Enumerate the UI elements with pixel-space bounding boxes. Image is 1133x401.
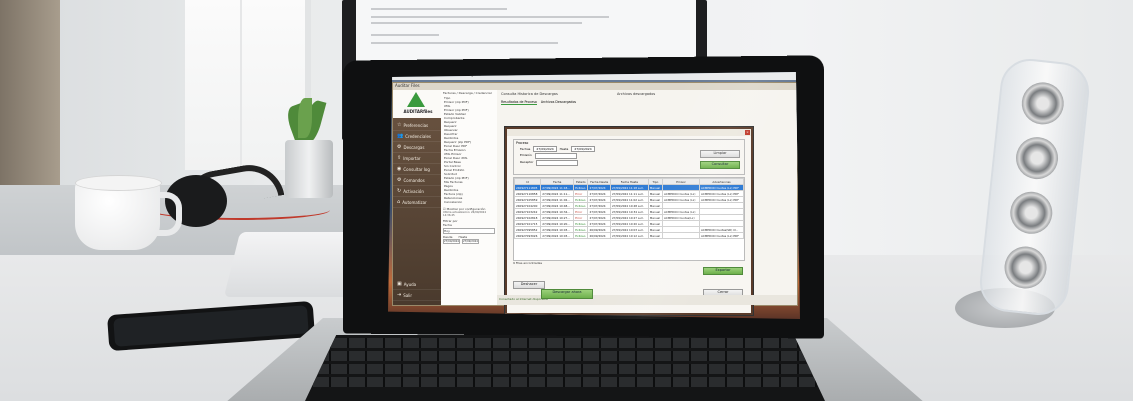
sidebar-item-6[interactable]: ⚙ Comandos bbox=[393, 175, 441, 186]
table-cell-id: 240927093026 bbox=[514, 232, 542, 239]
filter-group: Proceso Fechas 27/09/2024 Hasta 27/09/20… bbox=[513, 139, 745, 175]
to-date-input[interactable]: 27/09/2024 bbox=[461, 239, 479, 244]
check-icon: ◉ bbox=[397, 166, 402, 172]
sidebar-item-7[interactable]: ↻ Activación bbox=[393, 186, 441, 197]
sidebar-item-2[interactable]: 👥 Credenciales bbox=[393, 131, 441, 142]
receptor-input[interactable] bbox=[536, 160, 579, 166]
results-grid: Id Fecha Estado Fecha Desde Fecha Hasta Tipo E… bbox=[513, 177, 745, 261]
laptop-keyboard bbox=[305, 335, 825, 401]
tab-2[interactable]: Archivos Descargados bbox=[541, 100, 576, 105]
sidebar-item-label: Credenciales bbox=[405, 133, 431, 139]
fecha-to-input[interactable]: 27/09/2024 bbox=[571, 146, 595, 152]
download-now-button[interactable]: Descargar ahora bbox=[541, 289, 593, 299]
mug-rim bbox=[75, 175, 162, 191]
undo-button[interactable]: Deshacer bbox=[513, 281, 545, 289]
window-titlebar: Auditar Files bbox=[393, 83, 799, 90]
records-count: 9 Filas encontradas bbox=[513, 261, 543, 265]
filter-select[interactable]: Hoy bbox=[443, 228, 495, 234]
close-icon[interactable]: × bbox=[745, 130, 750, 135]
table-cell-emisor bbox=[661, 232, 701, 239]
tree-list[interactable]: Tipo Emisor (zip PDF) XML Emisor (zip PDF) E… bbox=[441, 96, 497, 204]
fecha-to-label: Hasta bbox=[559, 147, 569, 151]
sidebar-item-label: Automatizar bbox=[402, 199, 427, 205]
consult-button[interactable]: Consultar bbox=[700, 161, 740, 169]
from-date-input[interactable]: 27/09/2024 bbox=[443, 239, 460, 244]
table-cell-hasta: 27/09/2024 10:12 a.m. bbox=[609, 232, 649, 239]
emisor-label: Emisión bbox=[520, 153, 532, 157]
report-tree: Facturas / Descarga / Credencial Tipo Emi… bbox=[441, 90, 498, 305]
tree-item[interactable]: Cancelacion bbox=[441, 200, 497, 204]
shelf bbox=[0, 0, 60, 210]
clear-button[interactable]: Limpiar bbox=[700, 150, 740, 158]
star-icon: ☆ bbox=[397, 122, 402, 128]
refresh-icon: ↻ bbox=[397, 188, 402, 194]
gear-icon: ⚙ bbox=[397, 144, 402, 150]
people-icon: 👥 bbox=[397, 133, 404, 139]
sidebar-item-label: Descargas bbox=[403, 144, 425, 150]
fecha-label: Fechas bbox=[520, 147, 531, 151]
logo-icon bbox=[407, 92, 425, 107]
sidebar-item-label: Importar bbox=[403, 155, 421, 161]
table-cell-tipo: Manual bbox=[647, 232, 664, 239]
upload-icon: ⇪ bbox=[397, 155, 402, 161]
home-icon: ⌂ bbox=[397, 199, 401, 205]
sidebar-item-3[interactable]: ⚙ Descargas bbox=[393, 142, 441, 153]
results-table: Id Fecha Estado Fecha Desde Fecha Hasta Tipo E… bbox=[514, 178, 744, 239]
logo-area: AUDITARfiles bbox=[393, 90, 441, 118]
window-frame bbox=[240, 0, 242, 170]
archive-label: Archivos descargados bbox=[617, 92, 656, 96]
app-window: Auditar Files ☆ Preferencias 👥 Credenciales… bbox=[392, 82, 799, 315]
tab-1[interactable]: Resultados de Proceso bbox=[501, 100, 537, 105]
last-update: Ultima actualización: 26/09/2024 14:36:4… bbox=[443, 211, 486, 217]
sidebar-item-1[interactable]: ☆ Preferencias bbox=[393, 120, 441, 131]
sidebar-item-4[interactable]: ⇪ Importar bbox=[393, 153, 441, 164]
sidebar-item-label: Salir bbox=[403, 292, 413, 298]
export-button[interactable]: Exportar bbox=[703, 267, 743, 275]
sidebar-item-8[interactable]: ⌂ Automatizar bbox=[393, 197, 441, 208]
table-cell-estado: Exitoso bbox=[573, 232, 589, 239]
photo-scene: Auditar Files Archivo Editar Ver Ventana… bbox=[0, 0, 1133, 401]
fecha-from-input[interactable]: 27/09/2024 bbox=[533, 146, 557, 152]
logo-text: AUDITARfiles bbox=[403, 109, 433, 114]
sidebar-bottom-item-1[interactable]: ▣ Ayuda bbox=[393, 279, 441, 290]
sidebar: ☆ Preferencias 👥 Credenciales ⚙ Descargas ⇪ Imp… bbox=[393, 90, 441, 305]
history-dialog: × Proceso Fechas 27/09/2024 Hasta 27/09/… bbox=[505, 127, 753, 315]
window-title: Auditar Files bbox=[395, 83, 420, 88]
grid-body: 240927111805 27/09/2024 11:18... Exitoso 27… bbox=[514, 184, 744, 239]
table-cell-adv: ACMEDOO Cuotas (Lx) PDF bbox=[699, 232, 744, 239]
sidebar-item-label: Ayuda bbox=[403, 281, 417, 287]
laptop-screen: Auditar Files Archivo Editar Ver Ventana… bbox=[388, 72, 800, 319]
sidebar-item-label: Preferencias bbox=[403, 122, 429, 128]
exit-icon: ⇥ bbox=[397, 292, 402, 298]
emisor-input[interactable] bbox=[534, 153, 577, 159]
receptor-label: Receptor bbox=[520, 160, 534, 164]
table-cell-fecha: 27/09/2024 10:03... bbox=[540, 232, 575, 239]
filter-field: Fecha bbox=[443, 223, 452, 227]
help-icon: ▣ bbox=[397, 281, 402, 287]
sidebar-item-5[interactable]: ◉ Consultar log bbox=[393, 164, 441, 175]
plant-leaf bbox=[298, 98, 312, 138]
sidebar-item-label: Comandos bbox=[403, 177, 425, 183]
dialog-titlebar bbox=[507, 129, 751, 136]
sidebar-item-label: Consultar log bbox=[403, 166, 430, 172]
sidebar-nav: ☆ Preferencias 👥 Credenciales ⚙ Descargas ⇪ Imp… bbox=[393, 120, 441, 208]
plant-pot bbox=[285, 140, 333, 198]
sidebar-item-label: Activación bbox=[403, 188, 424, 194]
table-cell-desde: 26/09/2024 bbox=[587, 232, 611, 239]
sidebar-bottom-item-2[interactable]: ⇥ Salir bbox=[393, 290, 441, 301]
sidebar-bottom: ▣ Ayuda ⇥ Salir bbox=[393, 279, 441, 301]
gear-icon: ⚙ bbox=[397, 177, 402, 183]
main-tabs: Resultados de Proceso Archivos Descargado… bbox=[497, 98, 797, 107]
table-row[interactable]: 240927093026 27/09/2024 10:03... Exitoso 26… bbox=[514, 232, 744, 239]
